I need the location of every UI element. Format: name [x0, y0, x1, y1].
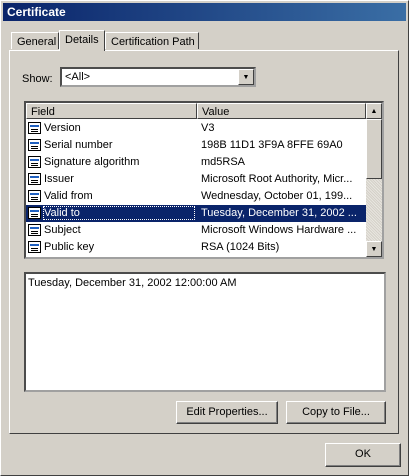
value-detail-text: Tuesday, December 31, 2002 12:00:00 AM — [28, 277, 237, 289]
tab-details[interactable]: Details — [59, 30, 105, 51]
list-item[interactable]: Version V3 — [26, 120, 366, 137]
title-bar[interactable]: Certificate — [3, 3, 406, 21]
vertical-scrollbar[interactable]: ▲ ▼ — [366, 103, 382, 257]
edit-properties-button[interactable]: Edit Properties... — [176, 401, 278, 424]
list-item[interactable]: Signature algorithm md5RSA — [26, 154, 366, 171]
field-value: md5RSA — [201, 156, 246, 168]
field-name: Valid from — [44, 190, 93, 202]
scroll-thumb[interactable] — [366, 119, 382, 179]
field-name: Valid to — [43, 206, 195, 220]
ok-button[interactable]: OK — [325, 443, 401, 467]
field-value: Microsoft Root Authority, Micr... — [201, 173, 353, 185]
field-value: 198B 11D1 3F9A 8FFE 69A0 — [201, 139, 343, 151]
tab-certification-path-label: Certification Path — [111, 36, 195, 48]
chevron-down-icon[interactable]: ▼ — [238, 69, 254, 85]
field-name: Signature algorithm — [44, 156, 140, 168]
column-header-value[interactable]: Value — [197, 103, 366, 119]
ok-label: OK — [355, 448, 371, 460]
show-label: Show: — [22, 73, 53, 85]
column-header-field[interactable]: Field — [26, 103, 197, 119]
edit-properties-label: Edit Properties... — [186, 406, 268, 418]
field-name: Version — [44, 122, 81, 134]
copy-to-file-label: Copy to File... — [302, 406, 370, 418]
field-value: RSA (1024 Bits) — [201, 241, 280, 253]
list-item[interactable]: Issuer Microsoft Root Authority, Micr... — [26, 171, 366, 188]
list-item[interactable]: Subject Microsoft Windows Hardware ... — [26, 222, 366, 239]
field-name: Serial number — [44, 139, 113, 151]
field-value: Tuesday, December 31, 2002 ... — [201, 207, 357, 219]
window-title: Certificate — [7, 5, 66, 19]
field-name: Issuer — [44, 173, 74, 185]
certificate-field-icon — [28, 207, 41, 219]
certificate-field-icon — [28, 190, 41, 202]
field-value: V3 — [201, 122, 215, 134]
column-value-label: Value — [202, 106, 230, 118]
scroll-up-arrow-icon[interactable]: ▲ — [366, 103, 382, 119]
certificate-field-icon — [28, 139, 41, 151]
copy-to-file-button[interactable]: Copy to File... — [286, 401, 386, 424]
certificate-field-icon — [28, 241, 41, 253]
certificate-field-icon — [28, 224, 41, 236]
certificate-dialog: Certificate General Details Certificatio… — [0, 0, 409, 476]
tab-details-label: Details — [65, 34, 99, 46]
fields-list[interactable]: Field Value Version V3 Serial number 198B 1… — [24, 101, 384, 259]
certificate-field-icon — [28, 156, 41, 168]
field-name: Subject — [44, 224, 81, 236]
scroll-down-arrow-icon[interactable]: ▼ — [366, 241, 382, 257]
list-item[interactable]: Valid from Wednesday, October 01, 199... — [26, 188, 366, 205]
field-value: Microsoft Windows Hardware ... — [201, 224, 357, 236]
field-value: Wednesday, October 01, 199... — [201, 190, 353, 202]
list-item[interactable]: Serial number 198B 11D1 3F9A 8FFE 69A0 — [26, 137, 366, 154]
tab-certification-path[interactable]: Certification Path — [105, 32, 199, 49]
list-item[interactable]: Public key RSA (1024 Bits) — [26, 239, 366, 256]
details-panel: Show: <All> ▼ Field Value Version V3 Seria… — [9, 50, 399, 434]
show-dropdown-value: <All> — [65, 71, 91, 83]
tab-general-label: General — [17, 36, 57, 48]
value-detail-box[interactable]: Tuesday, December 31, 2002 12:00:00 AM — [24, 272, 386, 392]
list-header: Field Value — [26, 103, 366, 120]
list-rows: Version V3 Serial number 198B 11D1 3F9A 8FF… — [26, 120, 366, 256]
show-dropdown[interactable]: <All> ▼ — [60, 67, 256, 87]
field-name: Public key — [44, 241, 95, 253]
column-field-label: Field — [31, 106, 55, 118]
tab-general[interactable]: General — [11, 32, 59, 49]
certificate-field-icon — [28, 173, 41, 185]
list-item[interactable]: Valid to Tuesday, December 31, 2002 ... — [26, 205, 366, 222]
certificate-field-icon — [28, 122, 41, 134]
